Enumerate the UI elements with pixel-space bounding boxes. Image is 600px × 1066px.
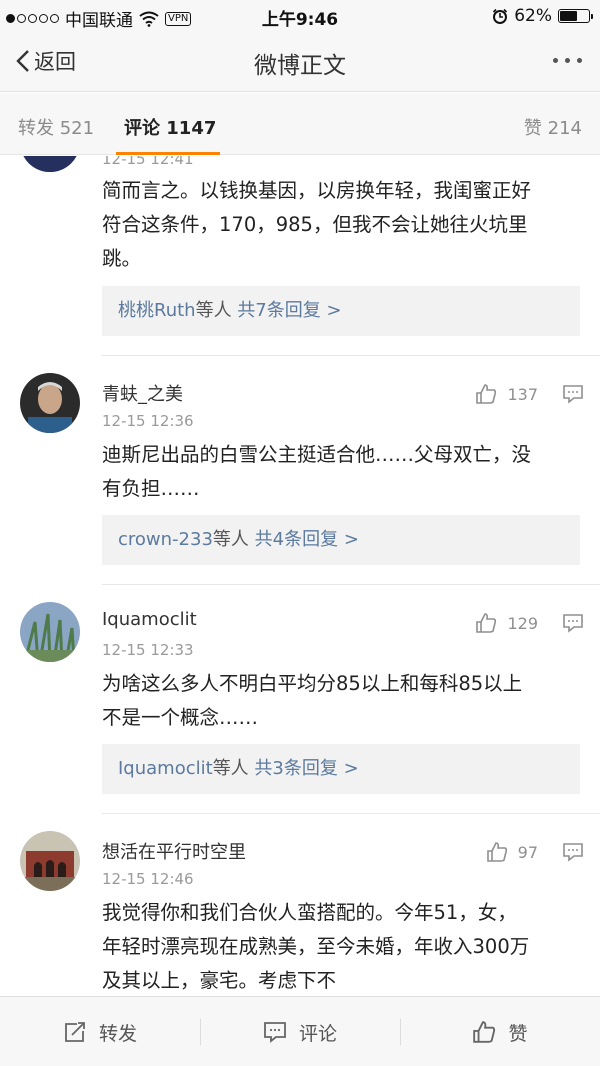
comment-label: 评论 [298,1022,337,1045]
thumbs-up-icon [486,842,507,862]
comment-time: 12-15 12:46 [102,870,194,888]
thumbs-up-icon [476,613,497,633]
comment-text: 我觉得你和我们合伙人蛮搭配的。今年51，女， 年轻时漂亮现在成熟美，至今未婚，年… [102,896,582,996]
like-post-button[interactable]: 赞 [400,997,600,1066]
comment-text-line: 跳。 [102,247,142,270]
replies-count[interactable]: 共7条回复 > [237,300,341,321]
replies-count[interactable]: 共4条回复 > [255,529,359,550]
thumbs-up-icon [473,1021,496,1043]
replies-etc: 等人 [195,300,232,321]
like-count: 97 [517,842,538,862]
reply-button[interactable] [562,613,584,637]
more-icon[interactable] [553,58,582,63]
tab-comment[interactable]: 评论 1147 [124,114,216,140]
comment-text-line: 简而言之。以钱换基因，以房换年轻，我闺蜜正好 [102,179,532,202]
replies-summary[interactable]: crown-233等人 共4条回复 > [102,515,580,565]
comment-text-line: 年轻时漂亮现在成熟美，至今未婚，年收入300万 [102,935,530,958]
nav-bar: 返回 微博正文 [0,32,600,92]
tab-repost-label: 转发 [18,118,54,139]
thumbs-up-icon [476,384,497,404]
comment-author[interactable]: 青蚨_之美 [102,380,183,406]
battery-percent: 62% [514,6,552,26]
tab-repost[interactable]: 转发 521 [18,114,94,140]
comment-time: 12-15 12:36 [102,412,194,430]
comment-item: 青蚨_之美 12-15 12:36 137 迪斯尼出品的白雪公主挺适合他……父母… [0,356,600,586]
like-count: 137 [507,384,538,404]
comment-list[interactable]: 12-15 12:41 简而言之。以钱换基因，以房换年轻，我闺蜜正好 符合这条件… [0,156,600,996]
like-label: 赞 [508,1022,528,1045]
repost-label: 转发 [98,1022,137,1045]
page-title: 微博正文 [254,53,346,79]
tab-like[interactable]: 赞 214 [524,114,582,140]
bottom-toolbar: 转发 评论 赞 [0,996,600,1066]
active-tab-indicator [116,152,220,155]
comment-button[interactable]: 评论 [200,997,400,1066]
replies-count[interactable]: 共3条回复 > [254,758,358,779]
reply-icon [563,843,583,862]
tab-comment-label: 评论 [124,118,160,139]
like-count: 129 [507,613,538,633]
replies-summary[interactable]: 桃桃Ruth等人 共7条回复 > [102,286,580,336]
reply-icon [563,614,583,633]
comment-text: 简而言之。以钱换基因，以房换年轻，我闺蜜正好 符合这条件，170，985，但我不… [102,174,582,276]
tab-bar: 转发 521 评论 1147 赞 214 [0,93,600,155]
like-button[interactable]: 97 [486,841,538,863]
comment-time: 12-15 12:33 [102,641,194,659]
comment-time: 12-15 12:41 [102,156,194,168]
reply-icon [563,385,583,404]
comment-author[interactable]: 想活在平行时空里 [102,838,246,864]
comment-text: 迪斯尼出品的白雪公主挺适合他……父母双亡，没 有负担…… [102,438,582,506]
tab-like-count: 214 [547,118,582,139]
like-button[interactable]: 137 [475,383,538,405]
tab-repost-count: 521 [59,118,95,139]
avatar[interactable] [20,831,80,891]
replies-user[interactable]: Iquamoclit [118,758,213,779]
replies-summary[interactable]: Iquamoclit等人 共3条回复 > [102,744,580,794]
comment-text-line: 迪斯尼出品的白雪公主挺适合他……父母双亡，没 [102,443,532,466]
avatar[interactable] [20,602,80,662]
reply-button[interactable] [562,384,584,408]
replies-user[interactable]: 桃桃Ruth [118,300,196,321]
comment-item: 12-15 12:41 简而言之。以钱换基因，以房换年轻，我闺蜜正好 符合这条件… [0,156,600,356]
tab-comment-count: 1147 [166,118,217,139]
like-button[interactable]: 129 [475,612,538,634]
comment-text-line: 有负担…… [102,477,200,500]
status-bar: 中国联通 VPN 上午9:46 62% [0,0,600,32]
comment-item: Iquamoclit 12-15 12:33 129 为啥这么多人不明白平均分8… [0,585,600,815]
comment-author[interactable]: Iquamoclit [102,609,197,630]
replies-user[interactable]: crown-233 [118,529,213,550]
comment-item: 想活在平行时空里 12-15 12:46 97 我觉得你和我们合伙人蛮搭配的。今… [0,814,600,996]
replies-etc: 等人 [212,529,249,550]
status-right: 62% [492,6,593,26]
replies-etc: 等人 [212,758,249,779]
tab-like-label: 赞 [523,118,542,139]
repost-icon [65,1022,85,1042]
repost-button[interactable]: 转发 [0,997,200,1066]
comment-icon [264,1022,286,1043]
comment-text: 为啥这么多人不明白平均分85以上和每科85以上 不是一个概念…… [102,667,582,735]
reply-button[interactable] [562,842,584,866]
avatar[interactable] [20,156,80,172]
battery-icon [558,9,593,23]
alarm-icon [493,8,508,24]
comment-text-line: 我觉得你和我们合伙人蛮搭配的。今年51，女， [102,901,517,924]
comment-text-line: 符合这条件，170，985，但我不会让她往火坑里 [102,213,528,236]
comment-text-line: 及其以上，豪宅。考虑下不 [102,969,337,992]
comment-text-line: 不是一个概念…… [102,706,259,729]
comment-text-line: 为啥这么多人不明白平均分85以上和每科85以上 [102,672,523,695]
avatar[interactable] [20,373,80,433]
